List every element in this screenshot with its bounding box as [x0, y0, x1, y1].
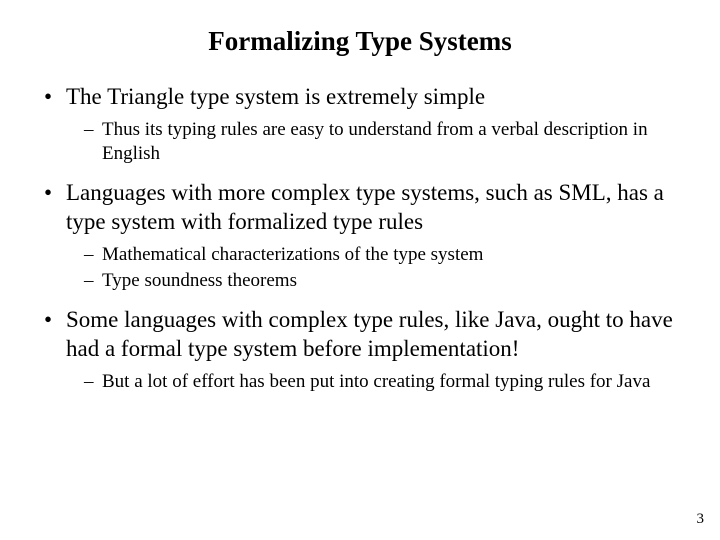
page-number: 3 [697, 511, 705, 528]
slide-title: Formalizing Type Systems [40, 26, 680, 57]
sub-list-item: Type soundness theorems [66, 269, 680, 293]
list-item-text: The Triangle type system is extremely si… [66, 84, 485, 109]
sub-list-item: Mathematical characterizations of the ty… [66, 243, 680, 267]
sub-list: But a lot of effort has been put into cr… [66, 370, 680, 394]
list-item: Languages with more complex type systems… [40, 179, 680, 292]
list-item: Some languages with complex type rules, … [40, 306, 680, 393]
sub-list-item: Thus its typing rules are easy to unders… [66, 118, 680, 166]
sub-list: Thus its typing rules are easy to unders… [66, 118, 680, 166]
sub-list: Mathematical characterizations of the ty… [66, 243, 680, 293]
bullet-list: The Triangle type system is extremely si… [40, 83, 680, 394]
list-item: The Triangle type system is extremely si… [40, 83, 680, 165]
list-item-text: Some languages with complex type rules, … [66, 307, 673, 361]
list-item-text: Languages with more complex type systems… [66, 180, 664, 234]
sub-list-item: But a lot of effort has been put into cr… [66, 370, 680, 394]
